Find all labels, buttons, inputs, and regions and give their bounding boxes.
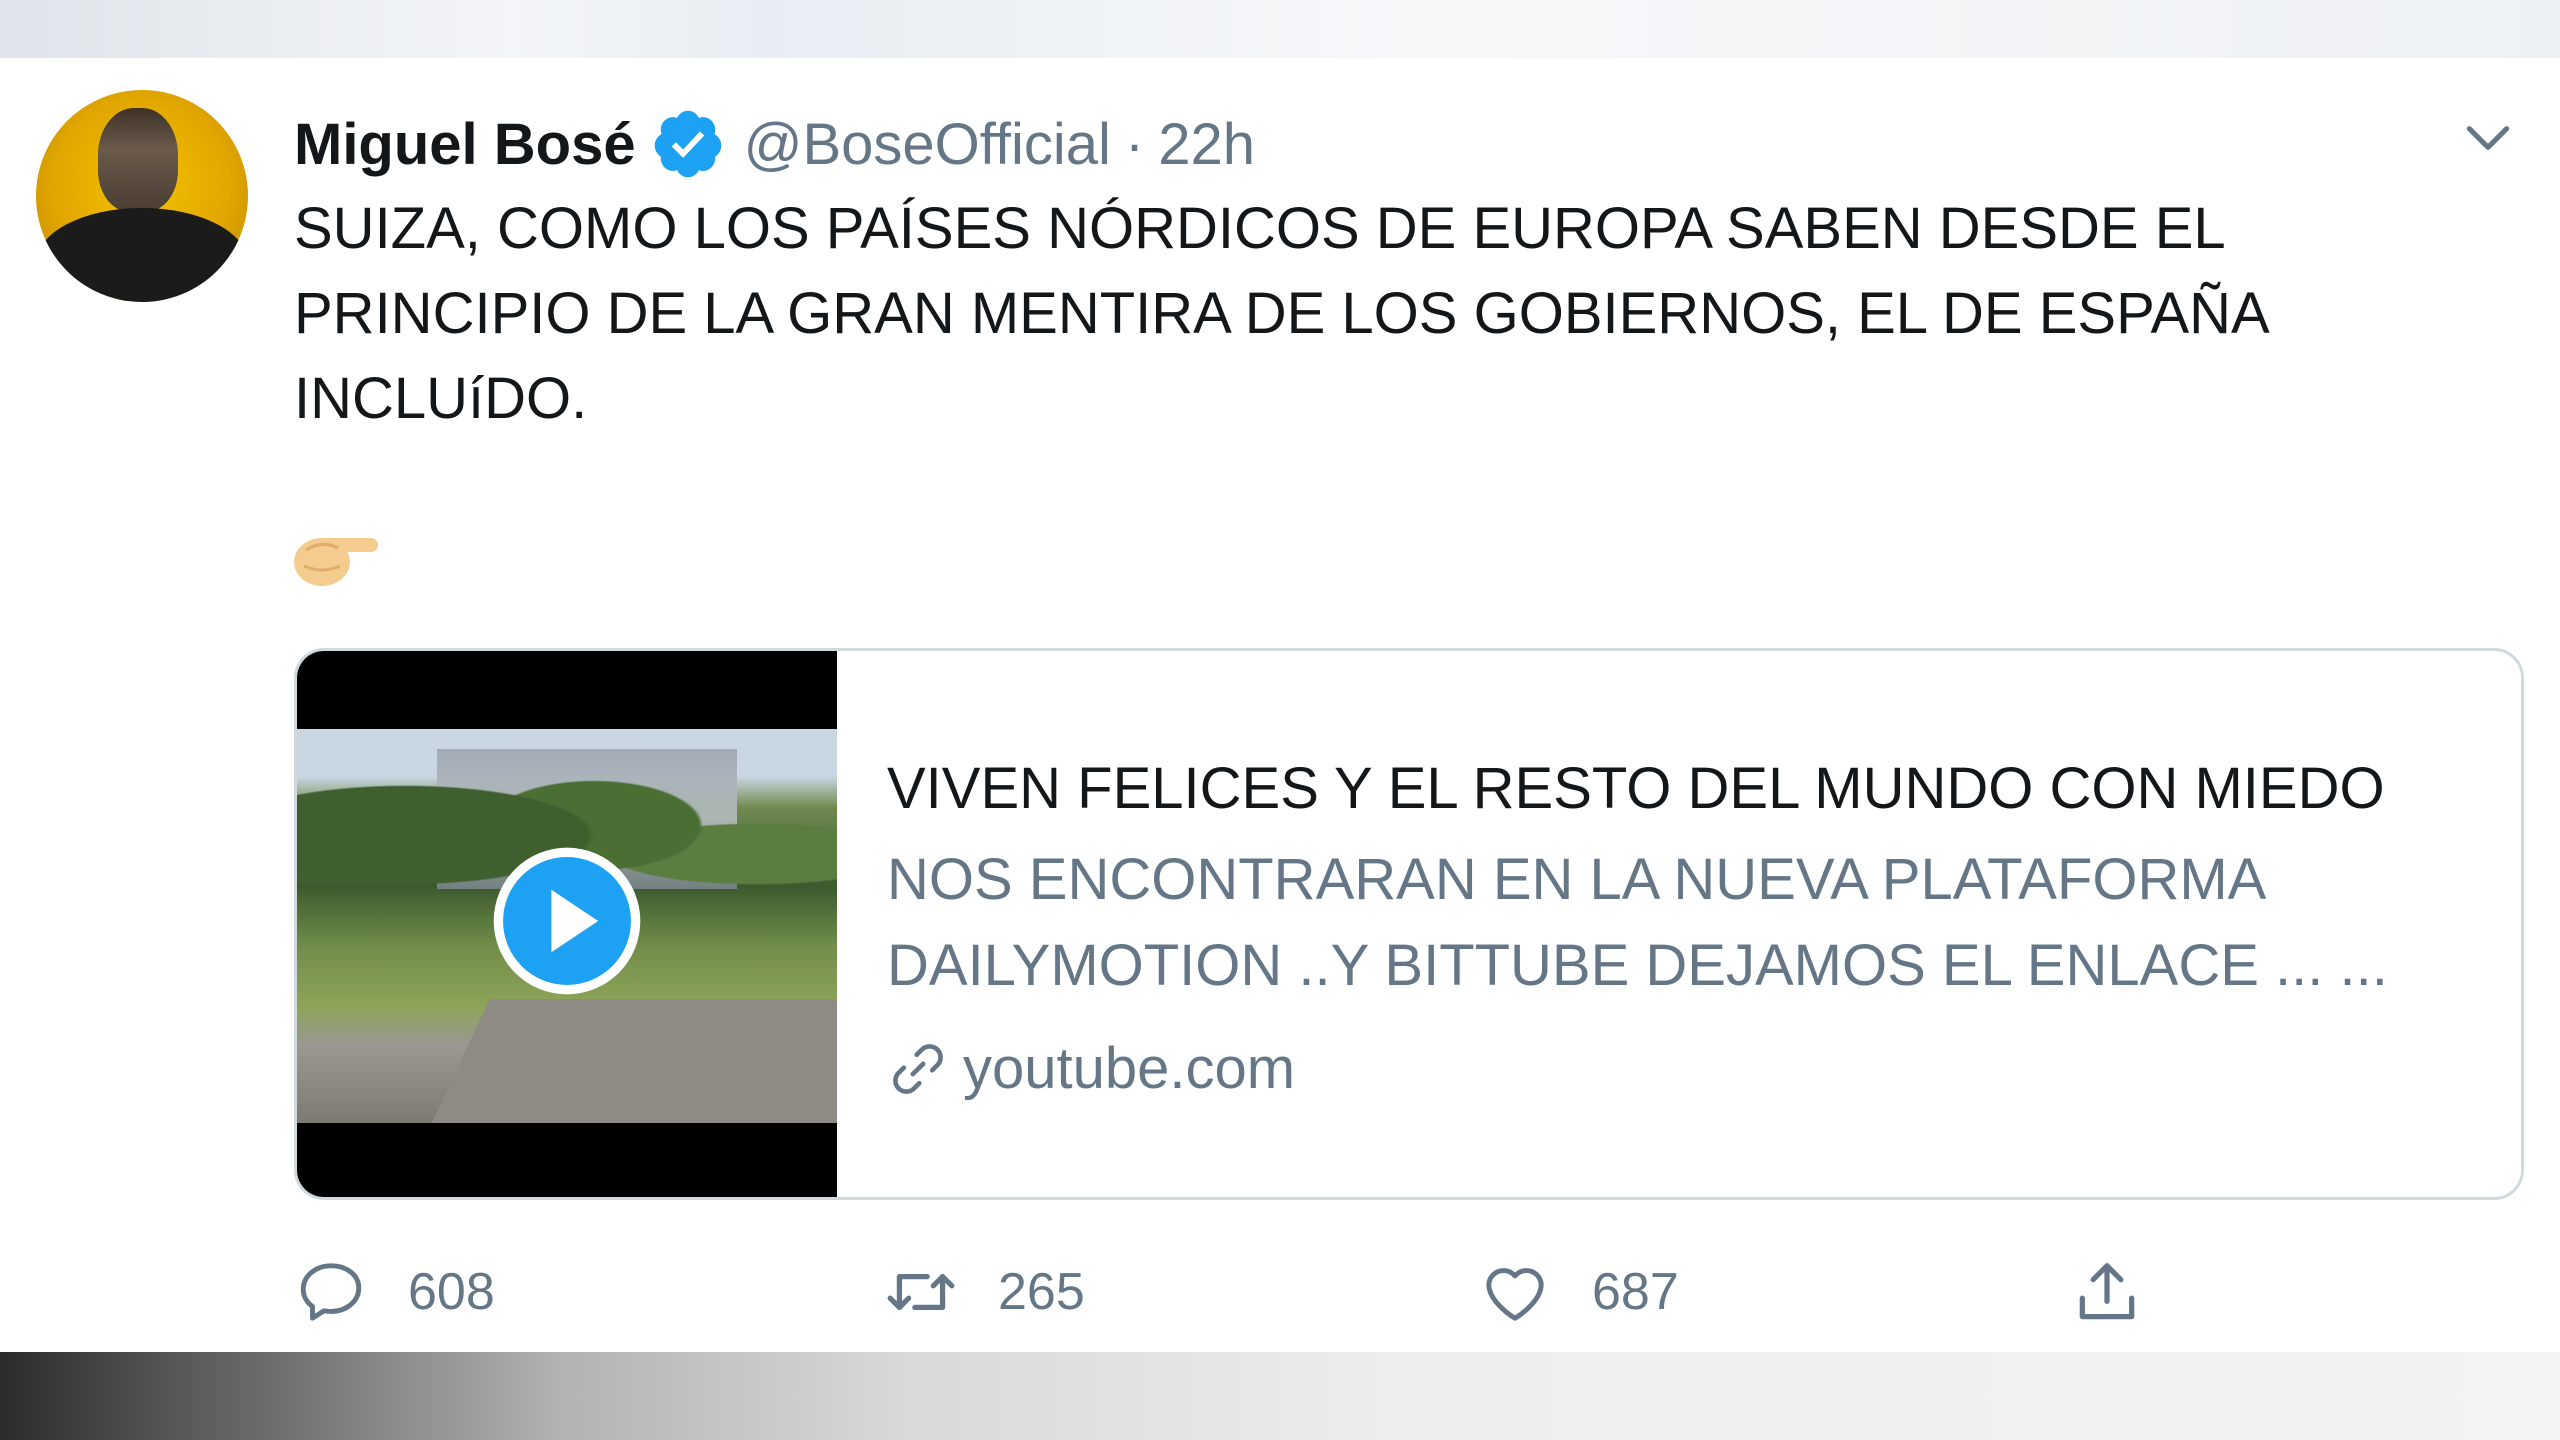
separator-dot: · <box>1124 111 1145 177</box>
background-blur-top <box>0 0 2560 58</box>
share-icon <box>2079 1263 2135 1320</box>
card-domain-text: youtube.com <box>963 1036 1296 1101</box>
author-name[interactable]: Miguel Bosé <box>294 111 636 178</box>
tweet-text-line: PRINCIPIO DE LA GRAN MENTIRA DE LOS GOBI… <box>294 281 2270 346</box>
verified-badge-icon <box>654 110 721 178</box>
tweet-header: Miguel Bosé @BoseOfficial · 22h <box>294 94 1255 194</box>
tweet-text-line: INCLUíDO. <box>294 366 588 431</box>
card-description-line: DAILYMOTION ..Y BITTUBE DEJAMOS EL ENLAC… <box>887 933 2388 998</box>
play-icon[interactable] <box>489 843 645 999</box>
link-card[interactable]: VIVEN FELICES Y EL RESTO DEL MUNDO CON M… <box>294 648 2524 1200</box>
share-button[interactable] <box>2070 1242 2144 1342</box>
tweet-time[interactable]: 22h <box>1158 111 1255 178</box>
video-thumbnail[interactable] <box>297 651 837 1197</box>
card-description-line: NOS ENCONTRARAN EN LA NUEVA PLATAFORMA <box>887 847 2267 912</box>
retweet-button[interactable]: 265 <box>884 1242 1085 1342</box>
avatar-body <box>36 208 248 302</box>
card-domain[interactable]: youtube.com <box>887 1035 1295 1102</box>
tweet-text: SUIZA, COMO LOS PAÍSES NÓRDICOS DE EUROP… <box>294 186 2494 441</box>
reply-icon <box>300 1263 362 1321</box>
link-icon <box>893 1043 943 1094</box>
avatar-face <box>98 108 178 212</box>
pointing-right-emoji-icon <box>294 538 378 586</box>
retweet-icon <box>887 1273 955 1311</box>
tweet[interactable]: Miguel Bosé @BoseOfficial · 22h SUIZA, C… <box>0 58 2560 1352</box>
author-handle[interactable]: @BoseOfficial <box>744 111 1111 178</box>
card-body[interactable]: VIVEN FELICES Y EL RESTO DEL MUNDO CON M… <box>887 651 2521 1197</box>
tweet-actions: 608 265 687 <box>294 1242 2174 1342</box>
card-title: VIVEN FELICES Y EL RESTO DEL MUNDO CON M… <box>887 756 2385 821</box>
background-blur-bottom <box>0 1352 2560 1440</box>
reply-button[interactable]: 608 <box>294 1242 495 1342</box>
like-button[interactable]: 687 <box>1478 1242 1679 1342</box>
heart-icon <box>1486 1268 1544 1321</box>
reply-count: 608 <box>408 1263 495 1321</box>
tweet-text-line: SUIZA, COMO LOS PAÍSES NÓRDICOS DE EUROP… <box>294 196 2226 261</box>
retweet-count: 265 <box>998 1263 1085 1321</box>
like-count: 687 <box>1592 1263 1679 1321</box>
scene-path <box>424 999 837 1123</box>
card-description: NOS ENCONTRARAN EN LA NUEVA PLATAFORMA D… <box>887 837 2388 1009</box>
avatar[interactable] <box>36 90 248 302</box>
chevron-down-icon[interactable] <box>2460 110 2516 166</box>
